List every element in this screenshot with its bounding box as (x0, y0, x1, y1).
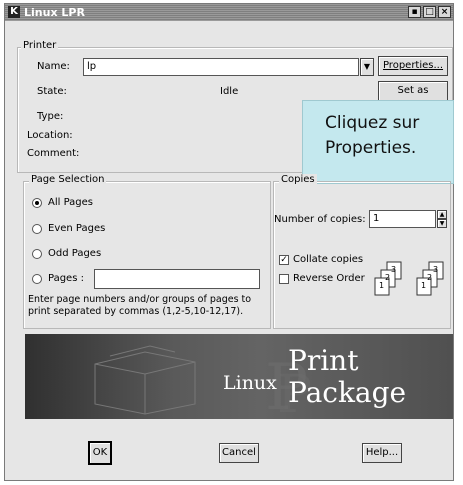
collate-copies-label: Collate copies (293, 254, 364, 265)
pages-radio[interactable] (32, 274, 42, 284)
printer-dropdown-arrow-icon[interactable]: ▼ (360, 58, 374, 76)
printer-name-field[interactable]: lp (83, 58, 359, 76)
copies-increment-icon[interactable]: ▲ (437, 210, 447, 219)
window-title: Linux LPR (24, 6, 85, 19)
banner-print-text: Print (288, 344, 359, 377)
close-icon[interactable]: × (438, 6, 451, 18)
page-selection-label: Page Selection (29, 174, 107, 185)
maximize-icon[interactable]: □ (423, 6, 436, 18)
odd-pages-label: Odd Pages (48, 248, 102, 259)
state-label: State: (37, 86, 67, 97)
collate-copies-checkbox[interactable]: ✓ (279, 255, 289, 265)
even-pages-radio[interactable] (32, 224, 42, 234)
page-digit-3: 3 (391, 265, 396, 274)
number-of-copies-label: Number of copies: (274, 214, 366, 225)
comment-label: Comment: (27, 148, 80, 159)
odd-pages-radio[interactable] (32, 249, 42, 259)
title-bar[interactable]: K Linux LPR ▪ □ × (5, 4, 453, 21)
even-pages-label: Even Pages (48, 223, 106, 234)
instruction-callout: Cliquez sur Properties. (302, 100, 454, 184)
help-button[interactable]: Help... (362, 443, 402, 463)
app-logo-icon: K (8, 6, 20, 18)
reverse-order-checkbox[interactable] (279, 274, 289, 284)
set-as-default-button[interactable]: Set as Default (378, 81, 448, 114)
page-range-hint: Enter page numbers and/or groups of page… (28, 294, 252, 317)
banner-linux-text: Linux (223, 372, 277, 394)
name-label: Name: (37, 61, 70, 72)
all-pages-radio[interactable] (32, 198, 42, 208)
ok-button[interactable]: OK (88, 441, 112, 465)
number-of-copies-input[interactable]: 1 (369, 210, 436, 228)
all-pages-label: All Pages (48, 197, 93, 208)
type-label: Type: (37, 111, 64, 122)
linux-print-package-banner: P P Linux Print Package (25, 334, 453, 419)
cancel-button[interactable]: Cancel (219, 443, 259, 463)
linux-lpr-window: K Linux LPR ▪ □ × Printer Name: lp ▼ Pro… (4, 3, 454, 481)
state-value: Idle (220, 86, 239, 97)
minimize-icon[interactable]: ▪ (408, 6, 421, 18)
page-digit-3b: 3 (433, 265, 438, 274)
location-label: Location: (27, 130, 73, 141)
pages-label: Pages : (48, 273, 84, 284)
copies-group-label: Copies (279, 174, 317, 185)
page-digit-2b: 2 (427, 273, 432, 282)
reverse-order-label: Reverse Order (293, 273, 365, 284)
banner-package-text: Package (288, 376, 407, 409)
properties-button[interactable]: Properties... (378, 56, 448, 76)
copies-decrement-icon[interactable]: ▼ (437, 219, 447, 228)
pages-input[interactable] (94, 269, 260, 289)
page-digit-1: 1 (379, 281, 384, 290)
collate-pages-icon: 3 2 1 3 2 1 (374, 261, 444, 296)
page-digit-1b: 1 (421, 281, 426, 290)
printer-group-label: Printer (21, 40, 59, 51)
page-digit-2: 2 (385, 273, 390, 282)
